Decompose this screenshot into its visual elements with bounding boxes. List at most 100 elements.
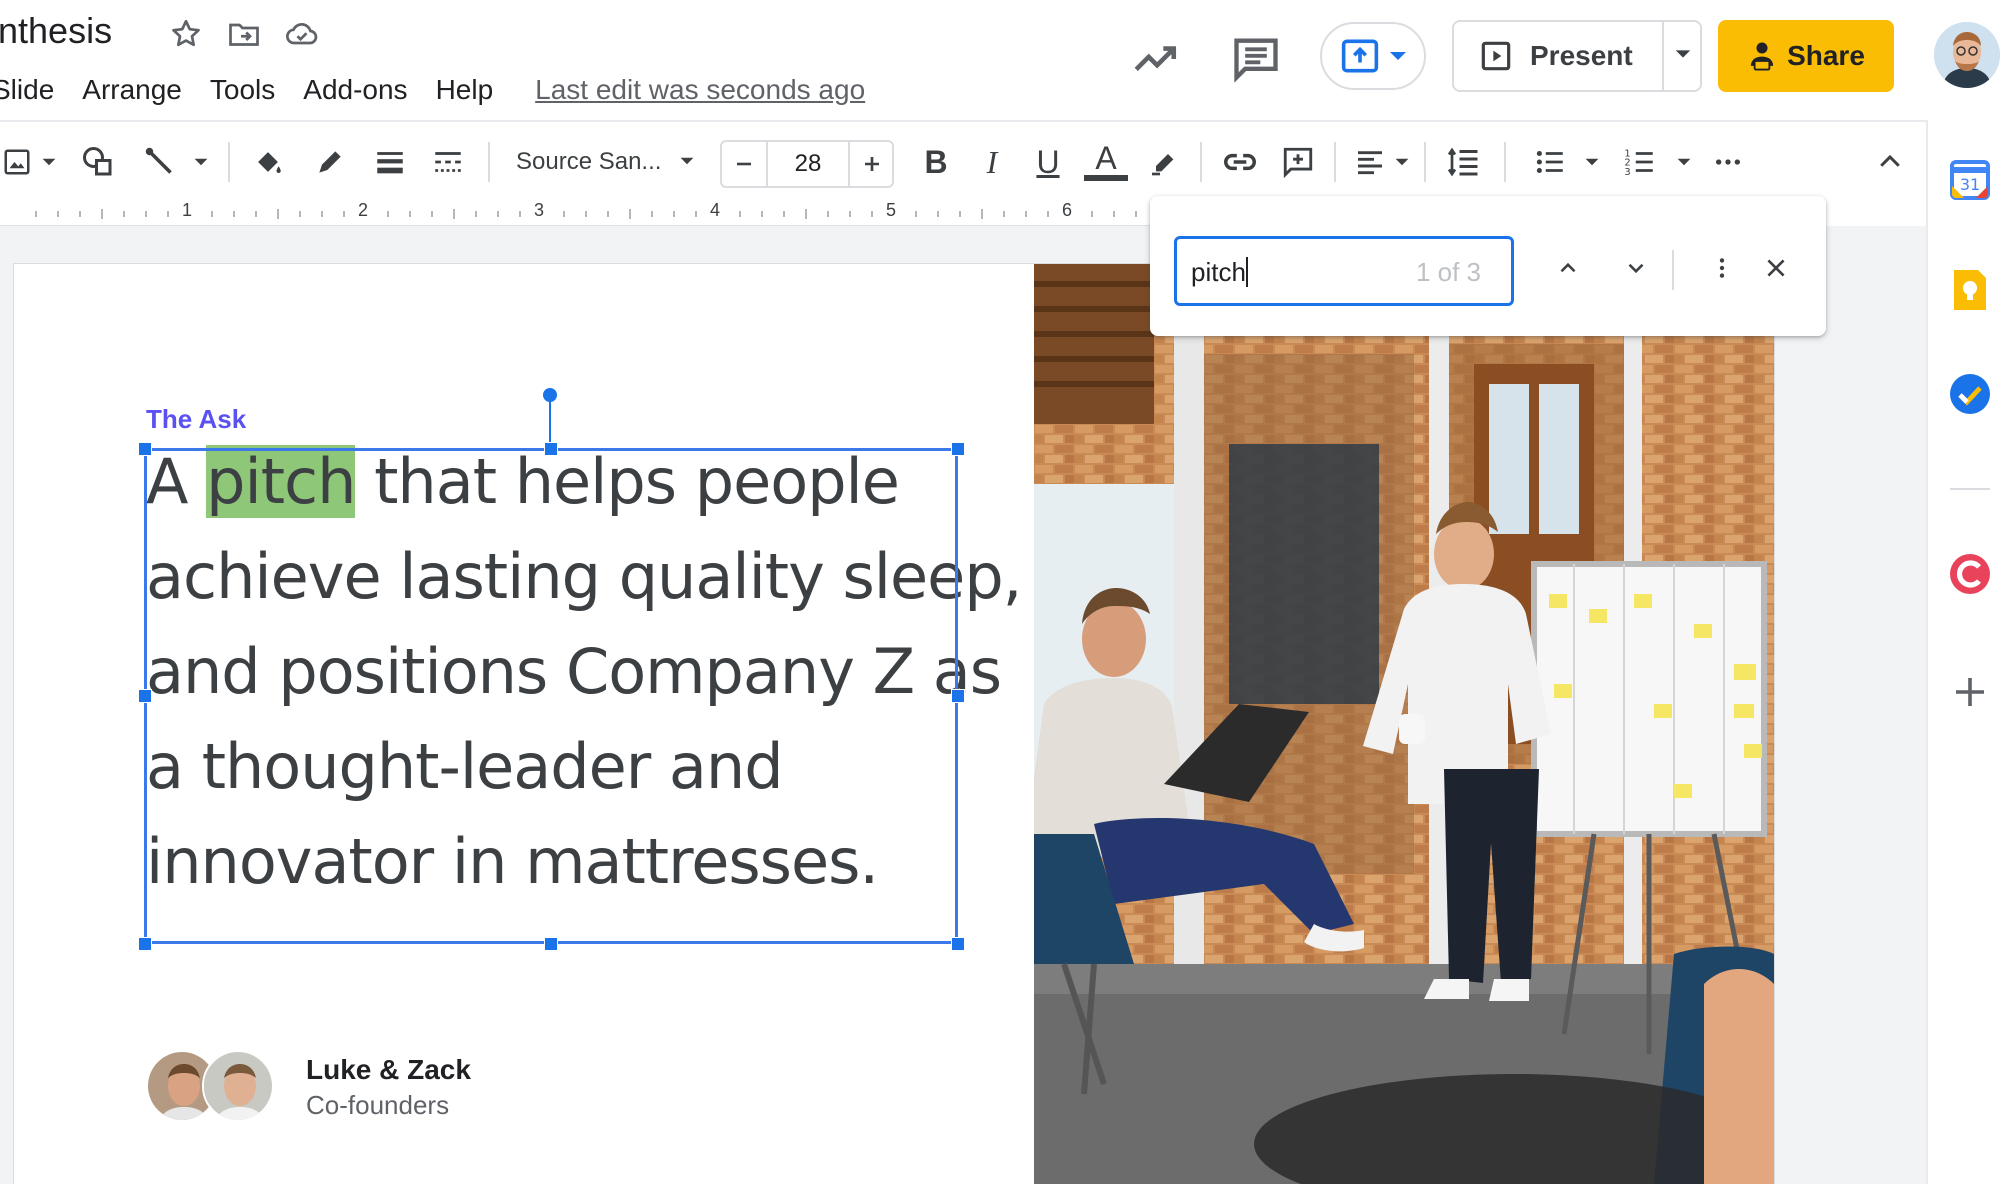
menu-add-ons[interactable]: Add-ons [303, 74, 407, 106]
present-button[interactable]: Present [1454, 22, 1662, 90]
bold-button[interactable]: B [916, 140, 956, 184]
resize-handle-left[interactable] [138, 689, 152, 703]
next-result-button[interactable] [1614, 248, 1658, 292]
side-panel-divider [1950, 488, 1990, 490]
decrease-font-size-button[interactable] [722, 142, 766, 186]
resize-handle-right[interactable] [951, 689, 965, 703]
resize-handle-bottom-left[interactable] [138, 937, 152, 951]
move-to-folder-icon[interactable] [226, 16, 262, 52]
ruler-mark: 4 [710, 200, 721, 220]
ruler-ticks [35, 209, 1137, 219]
resize-handle-bottom[interactable] [544, 937, 558, 951]
find-input[interactable]: pitch 1 of 3 [1174, 236, 1514, 306]
underline-button[interactable]: U [1028, 140, 1068, 184]
align-icon[interactable] [1350, 140, 1390, 184]
founders-role[interactable]: Co-founders [306, 1090, 449, 1121]
team-meeting-photo[interactable] [1034, 264, 1774, 1184]
last-edit-link[interactable]: Last edit was seconds ago [535, 74, 865, 106]
insert-link-icon[interactable] [1218, 140, 1262, 184]
insert-image-icon[interactable] [0, 140, 34, 184]
increase-font-size-button[interactable] [850, 142, 894, 186]
find-query: pitch [1191, 257, 1248, 288]
text-color-swatch [1084, 175, 1128, 181]
chevron-down-icon [679, 148, 695, 176]
line-spacing-icon[interactable] [1442, 140, 1486, 184]
rotate-handle-stem [549, 394, 551, 448]
bulleted-list-icon[interactable] [1530, 140, 1570, 184]
add-icon[interactable] [1946, 668, 1994, 716]
svg-text:3: 3 [1624, 167, 1630, 178]
founders-avatars[interactable] [146, 1050, 276, 1122]
chevron-down-icon[interactable] [38, 140, 60, 184]
resize-handle-top-left[interactable] [138, 442, 152, 456]
chevron-down-icon[interactable] [1392, 140, 1412, 184]
share-button[interactable]: Share [1718, 20, 1894, 92]
highlight-color-icon[interactable] [1144, 140, 1184, 184]
text-color-label: A [1095, 140, 1117, 176]
founders-name[interactable]: Luke & Zack [306, 1054, 471, 1086]
slide[interactable]: The Ask A pitch that helps people achiev… [14, 264, 1774, 1184]
find-divider [1672, 250, 1674, 290]
italic-button[interactable]: I [972, 140, 1012, 184]
more-options-icon[interactable] [1708, 140, 1748, 184]
google-calendar-icon[interactable]: 31 [1946, 156, 1994, 204]
more-vertical-icon [1709, 255, 1735, 286]
google-keep-icon[interactable] [1946, 266, 1994, 314]
close-icon [1763, 255, 1789, 286]
text-color-button[interactable]: A [1082, 140, 1130, 184]
collapse-toolbar-icon[interactable] [1870, 140, 1910, 184]
line-icon[interactable] [140, 140, 180, 184]
border-dash-icon[interactable] [428, 140, 468, 184]
fill-color-icon[interactable] [248, 140, 288, 184]
resize-handle-bottom-right[interactable] [951, 937, 965, 951]
account-avatar[interactable] [1934, 22, 2000, 88]
close-find-button[interactable] [1754, 248, 1798, 292]
activity-trend-icon[interactable] [1130, 34, 1180, 84]
meet-present-icon [1340, 38, 1380, 74]
meet-present-button[interactable] [1320, 22, 1426, 90]
chevron-down-icon [1388, 46, 1408, 66]
chevron-down-icon[interactable] [1582, 140, 1602, 184]
cloud-saved-icon[interactable] [284, 16, 320, 52]
add-comment-icon[interactable] [1278, 140, 1318, 184]
find-result-count: 1 of 3 [1415, 257, 1481, 287]
google-tasks-icon[interactable] [1946, 370, 1994, 418]
present-options-button[interactable] [1664, 22, 1702, 90]
chevron-down-icon [1623, 255, 1649, 286]
slide-eyebrow[interactable]: The Ask [146, 404, 246, 435]
find-query-text: pitch [1191, 257, 1246, 287]
toolbar-divider [1424, 142, 1426, 182]
star-icon[interactable] [168, 16, 204, 52]
shape-icon[interactable] [78, 140, 118, 184]
menu-slide[interactable]: Slide [0, 74, 54, 106]
border-weight-icon[interactable] [370, 140, 410, 184]
chevron-down-icon[interactable] [190, 140, 212, 184]
font-family-select[interactable]: Source San... [516, 142, 702, 182]
toolbar-divider [488, 142, 490, 182]
comments-icon[interactable] [1230, 32, 1282, 84]
menu-tools[interactable]: Tools [210, 74, 275, 106]
rotate-handle[interactable] [543, 388, 557, 402]
numbered-list-icon[interactable]: 123 [1620, 140, 1660, 184]
menu-bar: Slide Arrange Tools Add-ons Help Last ed… [0, 70, 865, 110]
side-panel: 31 [1926, 120, 2010, 1184]
find-options-button[interactable] [1700, 248, 1744, 292]
menu-help[interactable]: Help [436, 74, 494, 106]
ruler-mark: 6 [1062, 200, 1073, 220]
resize-handle-top-right[interactable] [951, 442, 965, 456]
document-title[interactable]: nthesis [0, 10, 112, 52]
resize-handle-top[interactable] [544, 442, 558, 456]
formatting-toolbar: Source San... 28 B I U A 1 2 3 [0, 120, 1926, 202]
ruler-mark: 1 [182, 200, 193, 220]
share-label: Share [1787, 40, 1865, 71]
previous-result-button[interactable] [1546, 248, 1590, 292]
border-color-icon[interactable] [310, 140, 350, 184]
ruler-mark: 5 [886, 200, 897, 220]
present-slideshow-icon [1480, 40, 1512, 72]
toolbar-divider [228, 142, 230, 182]
addon-icon[interactable] [1946, 550, 1994, 598]
chevron-down-icon[interactable] [1674, 140, 1694, 184]
font-size-input[interactable]: 28 [766, 142, 850, 186]
menu-arrange[interactable]: Arrange [82, 74, 182, 106]
toolbar-divider [1200, 142, 1202, 182]
